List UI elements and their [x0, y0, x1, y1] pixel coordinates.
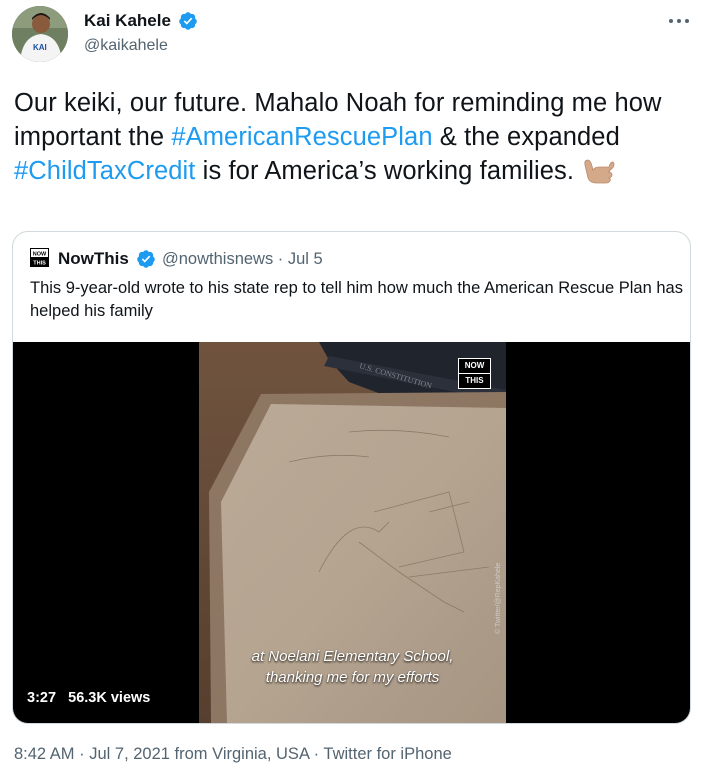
tweet-metadata: 8:42 AM · Jul 7, 2021 from Virginia, USA…: [14, 743, 452, 765]
tweet-location: from Virginia, USA: [169, 745, 310, 763]
badge-top-text: NOW: [464, 361, 485, 370]
video-duration: 3:27: [27, 690, 57, 706]
separator: ·: [309, 745, 324, 763]
tweet-text: Our keiki, our future. Mahalo Noah for r…: [14, 86, 704, 188]
badge-bottom-text: THIS: [459, 373, 490, 387]
verified-badge-icon: [136, 249, 156, 269]
author-name[interactable]: Kai Kahele: [84, 10, 171, 32]
hashtag-american-rescue-plan[interactable]: #AmericanRescuePlan: [171, 123, 432, 151]
quoted-tweet[interactable]: NOW THIS NowThis @nowthisnews · Jul 5 Th…: [12, 231, 691, 724]
more-dot-icon: [669, 19, 673, 23]
avatar-shirt-text: KAI: [33, 43, 47, 52]
call-me-hand-emoji-icon: [581, 155, 615, 185]
more-dot-icon: [677, 19, 681, 23]
separator: ·: [74, 745, 90, 763]
hashtag-child-tax-credit[interactable]: #ChildTaxCredit: [14, 157, 196, 185]
nowthis-watermark-icon: NOW THIS: [458, 358, 491, 389]
author-avatar[interactable]: KAI: [12, 6, 68, 62]
video-credit: © Twitter/@RepKahele: [495, 562, 502, 634]
tweet-text-part: & the expanded: [432, 123, 620, 151]
video-caption: at Noelani Elementary School, thanking m…: [199, 646, 506, 688]
quoted-author-name[interactable]: NowThis: [58, 249, 129, 269]
author-handle[interactable]: @kaikahele: [84, 36, 168, 56]
nowthis-logo-icon: NOW THIS: [30, 248, 49, 267]
caption-line: thanking me for my efforts: [265, 669, 440, 686]
video-player[interactable]: U.S. CONSTITUTION NOW THIS at Noelani El…: [13, 342, 690, 723]
logo-bottom-text: THIS: [33, 261, 46, 267]
tweet-time[interactable]: 8:42 AM: [14, 745, 75, 763]
video-views: 56.3K views: [68, 690, 151, 706]
tweet-text-part: is for America’s working families.: [195, 157, 582, 185]
verified-badge-icon: [178, 11, 198, 31]
quoted-tweet-text: This 9-year-old wrote to his state rep t…: [30, 279, 683, 320]
tweet-date[interactable]: Jul 7, 2021: [89, 745, 170, 763]
quoted-handle-date[interactable]: @nowthisnews · Jul 5: [162, 249, 323, 269]
tweet-source[interactable]: Twitter for iPhone: [323, 745, 451, 763]
caption-line: at Noelani Elementary School,: [251, 648, 454, 665]
video-duration-views: 3:27 56.3K views: [23, 685, 154, 711]
logo-top-text: NOW: [33, 252, 47, 258]
tweet: KAI Kai Kahele @kaikahele Our keiki, our…: [0, 0, 712, 776]
more-dot-icon: [685, 19, 689, 23]
more-options-button[interactable]: [665, 10, 695, 32]
